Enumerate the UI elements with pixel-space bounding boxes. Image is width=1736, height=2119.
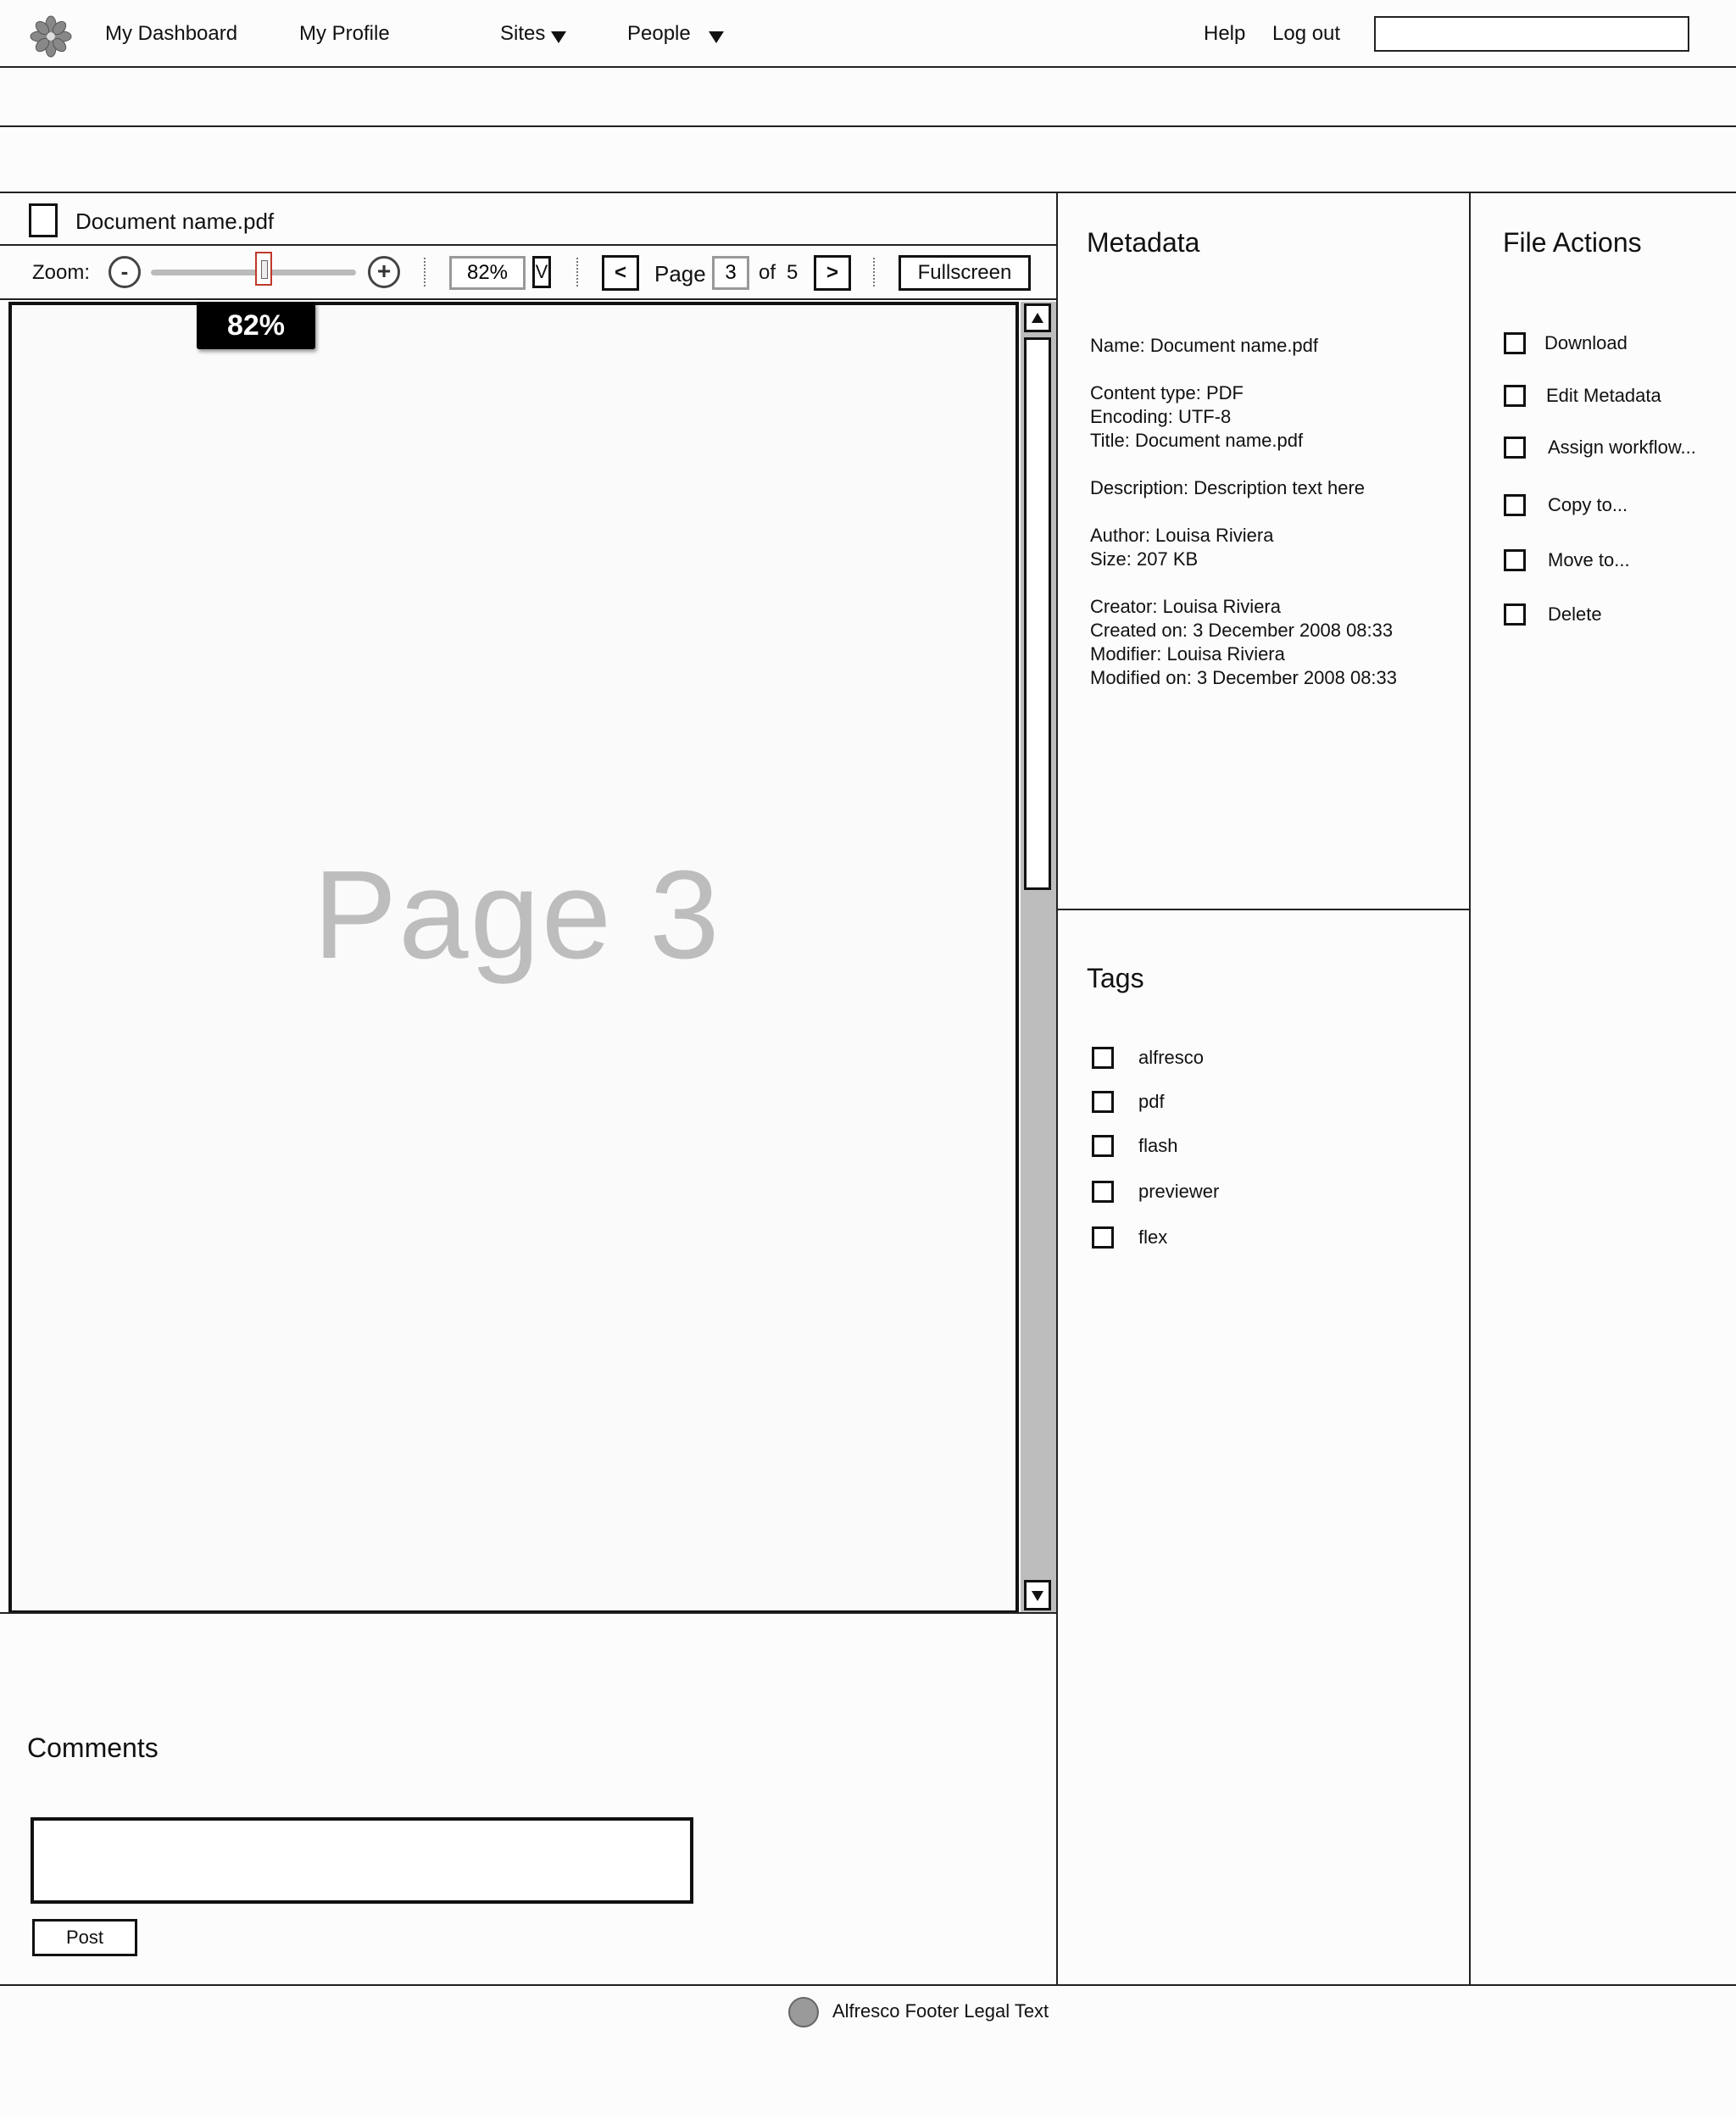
of-label: of <box>759 261 776 284</box>
zoom-slider-track[interactable] <box>151 270 356 275</box>
copy-to-action[interactable]: Copy to... <box>1548 494 1628 516</box>
comment-input[interactable] <box>31 1817 693 1904</box>
alfresco-logo-icon[interactable] <box>29 14 73 58</box>
metadata-size: Size: 207 KB <box>1090 548 1199 570</box>
page-label: Page <box>654 261 706 286</box>
metadata-description: Description: Description text here <box>1090 477 1366 498</box>
scroll-thumb[interactable] <box>1024 337 1051 890</box>
fullscreen-button[interactable]: Fullscreen <box>899 255 1031 291</box>
header-divider <box>0 125 1736 127</box>
top-nav: My Dashboard My Profile Sites People Hel… <box>0 0 1736 66</box>
document-name: Document name.pdf <box>75 209 275 234</box>
comments-title: Comments <box>27 1732 159 1763</box>
metadata-encoding: Encoding: UTF-8 <box>1090 406 1232 427</box>
tag-label: flex <box>1138 1226 1168 1248</box>
page-content: Page 3 <box>313 845 721 985</box>
zoom-in-button[interactable]: + <box>368 256 400 288</box>
delete-checkbox[interactable] <box>1504 603 1526 626</box>
metadata-tags-divider <box>1058 909 1469 910</box>
metadata-content-type: Content type: PDF <box>1090 382 1244 403</box>
copy-to-checkbox[interactable] <box>1504 494 1526 516</box>
page-number-input[interactable] <box>712 256 749 290</box>
scroll-down-button[interactable] <box>1024 1580 1051 1610</box>
zoom-tooltip: 82% <box>197 302 315 349</box>
tag-checkbox[interactable] <box>1092 1135 1114 1157</box>
chevron-down-icon[interactable] <box>551 31 566 43</box>
viewer-scrollbar[interactable] <box>1021 302 1056 1614</box>
metadata-modifier: Modifier: Louisa Riviera <box>1090 643 1285 665</box>
file-actions-title: File Actions <box>1503 227 1642 258</box>
document-header: Document name.pdf <box>0 193 1056 244</box>
assign-workflow-action[interactable]: Assign workflow... <box>1548 437 1696 459</box>
metadata-author: Author: Louisa Riviera <box>1090 525 1274 546</box>
move-to-action[interactable]: Move to... <box>1548 549 1630 571</box>
metadata-creator: Creator: Louisa Riviera <box>1090 596 1281 617</box>
logout-link[interactable]: Log out <box>1272 22 1340 46</box>
zoom-label: Zoom: <box>32 261 91 284</box>
tag-checkbox[interactable] <box>1092 1091 1114 1113</box>
zoom-out-button[interactable]: - <box>108 256 141 288</box>
tag-checkbox[interactable] <box>1092 1181 1114 1203</box>
column-divider-right <box>1469 193 1471 1985</box>
document-icon <box>29 203 58 237</box>
zoom-slider-thumb[interactable] <box>255 252 273 286</box>
zoom-value-input[interactable] <box>449 256 526 290</box>
metadata-created-on: Created on: 3 December 2008 08:33 <box>1090 620 1394 641</box>
move-to-checkbox[interactable] <box>1504 549 1526 571</box>
edit-metadata-checkbox[interactable] <box>1504 385 1526 407</box>
toolbar-separator <box>576 258 578 286</box>
search-input[interactable] <box>1374 16 1689 52</box>
toolbar-divider <box>0 298 1056 300</box>
document-viewer[interactable]: Page 3 <box>8 302 1019 1614</box>
assign-workflow-checkbox[interactable] <box>1504 437 1526 459</box>
nav-my-profile[interactable]: My Profile <box>299 22 390 46</box>
arrow-down-icon <box>1032 1591 1043 1601</box>
tag-label: previewer <box>1138 1181 1220 1202</box>
nav-divider <box>0 66 1736 68</box>
nav-people[interactable]: People <box>627 22 691 46</box>
metadata-name: Name: Document name.pdf <box>1090 335 1319 356</box>
footer-legal-text: Alfresco Footer Legal Text <box>832 2000 1049 2022</box>
chevron-down-icon[interactable] <box>709 31 724 43</box>
post-button[interactable]: Post <box>32 1919 137 1956</box>
footer-logo-icon <box>788 1997 819 2027</box>
footer-divider <box>0 1984 1736 1986</box>
toolbar-separator <box>873 258 875 286</box>
download-action[interactable]: Download <box>1544 332 1628 354</box>
prev-page-button[interactable]: < <box>602 255 639 291</box>
help-link[interactable]: Help <box>1204 22 1245 46</box>
scroll-up-button[interactable] <box>1024 303 1051 332</box>
tag-checkbox[interactable] <box>1092 1047 1114 1069</box>
viewer-toolbar: Zoom: - + V < Page of 5 > Fullscreen <box>0 246 1056 298</box>
zoom-dropdown-button[interactable]: V <box>532 256 551 288</box>
download-checkbox[interactable] <box>1504 332 1526 354</box>
arrow-up-icon <box>1032 313 1043 323</box>
edit-metadata-action[interactable]: Edit Metadata <box>1546 385 1661 407</box>
metadata-title: Metadata <box>1087 227 1200 258</box>
tag-label: alfresco <box>1138 1047 1205 1068</box>
metadata-title-field: Title: Document name.pdf <box>1090 430 1304 451</box>
nav-sites[interactable]: Sites <box>500 22 545 46</box>
delete-action[interactable]: Delete <box>1548 603 1602 626</box>
next-page-button[interactable]: > <box>814 255 851 291</box>
toolbar-separator <box>424 258 426 286</box>
metadata-modified-on: Modified on: 3 December 2008 08:33 <box>1090 667 1398 688</box>
comments-section: Comments Post <box>0 1712 1056 1966</box>
page-total: 5 <box>787 261 798 284</box>
nav-my-dashboard[interactable]: My Dashboard <box>105 22 237 46</box>
viewer-bottom-divider <box>0 1612 1056 1614</box>
tags-title: Tags <box>1087 963 1144 993</box>
tag-label: pdf <box>1138 1091 1165 1112</box>
tag-checkbox[interactable] <box>1092 1226 1114 1249</box>
tag-label: flash <box>1138 1135 1178 1156</box>
